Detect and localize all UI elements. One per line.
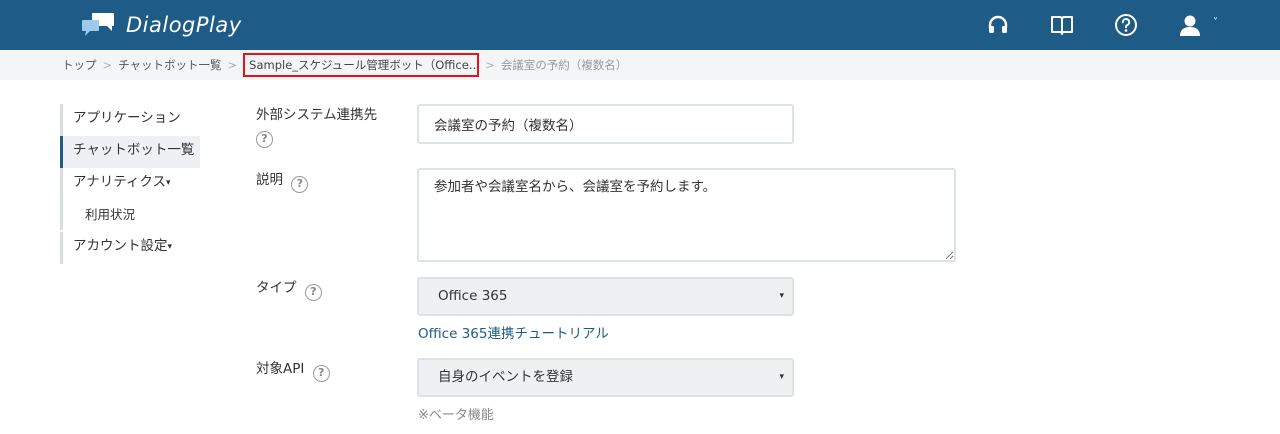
breadcrumb-chatbot-list[interactable]: チャットボット一覧	[118, 57, 221, 73]
sidebar-item-label: チャットボット一覧	[73, 142, 195, 158]
type-label-text: タイプ	[256, 280, 297, 296]
breadcrumb-top[interactable]: トップ	[62, 57, 97, 73]
app-name: DialogPlay	[126, 13, 242, 37]
help-icon[interactable]	[1114, 13, 1138, 37]
app-logo[interactable]: DialogPlay	[80, 11, 242, 39]
breadcrumb-separator: >	[485, 58, 495, 72]
type-select-value: Office 365	[438, 288, 508, 304]
external-system-label-text: 外部システム連携先	[256, 107, 378, 123]
target-api-select[interactable]: 自身のイベントを登録 ▾	[417, 358, 794, 397]
help-icon[interactable]: ?	[304, 284, 322, 301]
sidebar: アプリケーション チャットボット一覧 アナリティクス▾ 利用状況 アカウント設定…	[60, 104, 200, 264]
top-navbar: DialogPlay ˅	[0, 0, 1280, 50]
external-system-label: 外部システム連携先 ?	[256, 105, 377, 148]
sidebar-group: アカウント設定▾	[60, 232, 200, 264]
target-api-label-text: 対象API	[256, 361, 305, 377]
sidebar-item-label: アカウント設定	[73, 238, 168, 254]
headset-icon[interactable]	[986, 13, 1010, 37]
target-api-label: 対象API ?	[256, 359, 330, 382]
description-label-text: 説明	[256, 172, 283, 188]
sidebar-item-applications[interactable]: アプリケーション	[63, 104, 200, 136]
user-menu-caret[interactable]: ˅	[1213, 16, 1218, 30]
breadcrumb-separator: >	[102, 58, 113, 72]
sidebar-item-label: アプリケーション	[73, 110, 181, 126]
breadcrumb-sample-bot[interactable]: Sample_スケジュール管理ボット（Office…	[243, 53, 480, 77]
breadcrumb-current: 会議室の予約（複数名）	[500, 58, 628, 72]
external-system-input[interactable]	[417, 104, 794, 144]
sidebar-group: アプリケーション チャットボット一覧 アナリティクス▾ 利用状況	[60, 104, 200, 230]
sidebar-item-label: アナリティクス	[73, 174, 167, 190]
caret-down-icon: ▾	[166, 178, 171, 188]
help-icon[interactable]: ?	[291, 176, 309, 193]
breadcrumb-separator: >	[227, 58, 238, 72]
chevron-down-icon: ▾	[779, 372, 784, 382]
user-icon[interactable]	[1178, 13, 1202, 37]
chat-bubbles-icon	[82, 13, 114, 36]
office365-tutorial-link[interactable]: Office 365連携チュートリアル	[418, 322, 609, 342]
breadcrumb-bar: トップ > チャットボット一覧 > Sample_スケジュール管理ボット（Off…	[0, 50, 1280, 80]
caret-down-icon: ▾	[167, 242, 173, 252]
book-icon[interactable]	[1050, 13, 1074, 37]
sidebar-item-usage[interactable]: 利用状況	[63, 200, 200, 230]
beta-note: ※ベータ機能	[418, 408, 494, 423]
sidebar-item-label: 利用状況	[85, 207, 136, 222]
sidebar-item-chatbot-list[interactable]: チャットボット一覧	[60, 136, 200, 168]
help-icon[interactable]: ?	[256, 131, 273, 148]
breadcrumb: トップ > チャットボット一覧 > Sample_スケジュール管理ボット（Off…	[62, 50, 627, 80]
target-api-select-value: 自身のイベントを登録	[438, 369, 573, 385]
chevron-down-icon: ▾	[779, 291, 784, 301]
type-label: タイプ ?	[256, 278, 322, 301]
sidebar-item-account-settings[interactable]: アカウント設定▾	[63, 232, 200, 264]
sidebar-item-analytics[interactable]: アナリティクス▾	[63, 168, 200, 200]
description-textarea[interactable]: 参加者や会議室名から、会議室を予約します。	[417, 168, 956, 262]
help-icon[interactable]: ?	[312, 365, 330, 382]
description-label: 説明 ?	[256, 170, 309, 193]
type-select[interactable]: Office 365 ▾	[417, 277, 794, 316]
